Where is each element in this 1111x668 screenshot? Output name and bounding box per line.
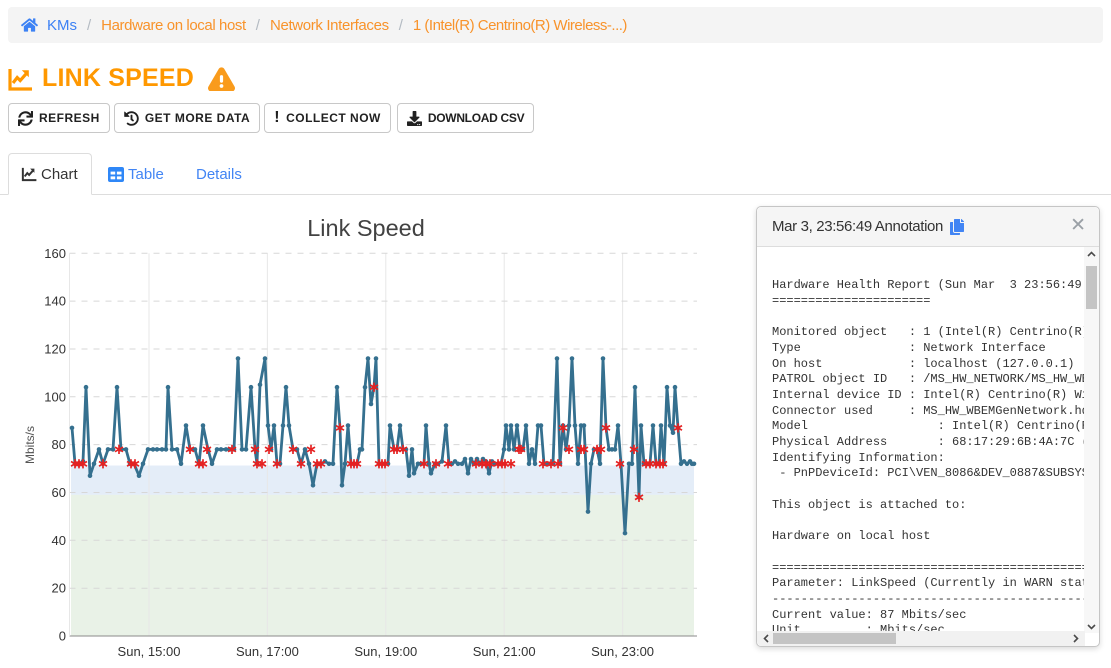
svg-text:Mbits/s: Mbits/s [23,426,37,464]
svg-text:40: 40 [52,533,66,548]
svg-text:Sun, 15:00: Sun, 15:00 [118,644,181,659]
svg-text:140: 140 [44,294,66,309]
svg-text:Link Speed: Link Speed [307,215,425,241]
svg-text:60: 60 [52,485,66,500]
svg-text:80: 80 [52,437,66,452]
svg-text:100: 100 [44,389,66,404]
svg-text:0: 0 [59,629,66,644]
svg-text:Sun, 23:00: Sun, 23:00 [591,644,654,659]
svg-text:Sun, 19:00: Sun, 19:00 [354,644,417,659]
svg-text:Sun, 21:00: Sun, 21:00 [473,644,536,659]
svg-text:120: 120 [44,342,66,357]
svg-text:20: 20 [52,581,66,596]
svg-text:Sun, 17:00: Sun, 17:00 [236,644,299,659]
svg-text:160: 160 [44,246,66,261]
